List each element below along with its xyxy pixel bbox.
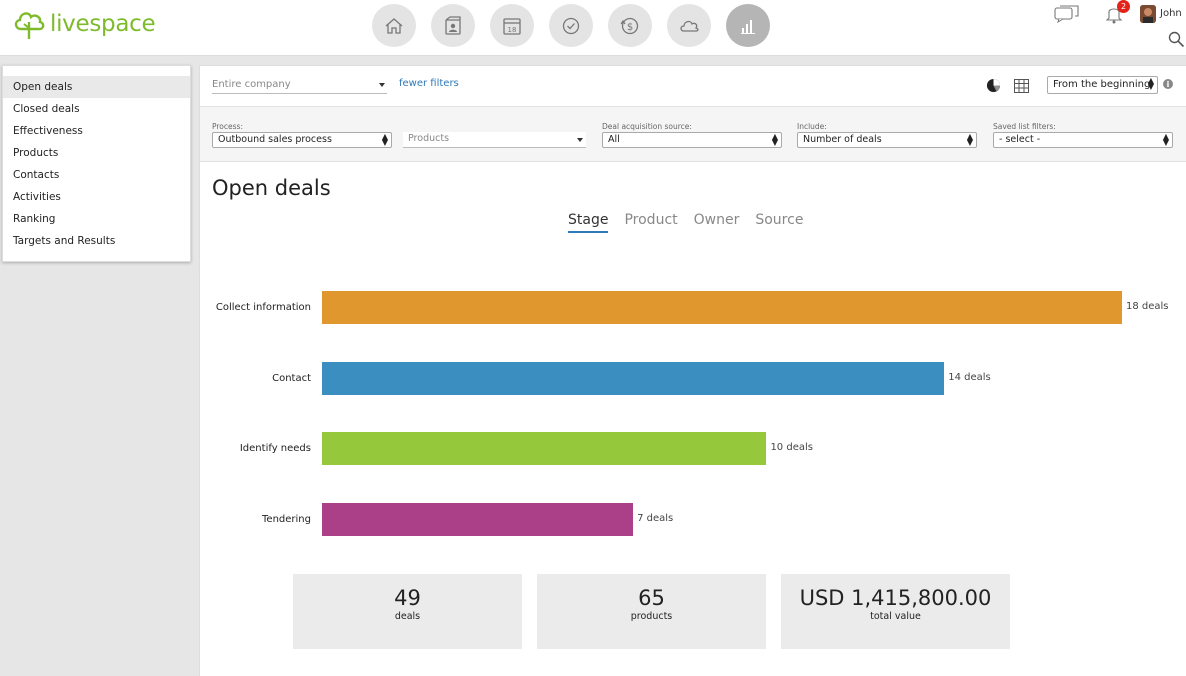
sidebar-item-effectiveness[interactable]: Effectiveness xyxy=(3,120,190,142)
process-select-value: Outbound sales process xyxy=(218,134,332,145)
calendar-icon: 18 xyxy=(503,17,521,35)
source-label: Deal acquisition source: xyxy=(602,122,692,131)
products-select-placeholder: Products xyxy=(408,133,450,144)
fewer-filters-link[interactable]: fewer filters xyxy=(399,78,459,89)
header-user-area: 2 John + xyxy=(1026,0,1186,56)
process-label: Process: xyxy=(212,122,243,131)
report-panel: Entire company fewer filters From the be… xyxy=(199,65,1186,676)
bar-category-label: Identify needs xyxy=(239,443,311,454)
tab-source[interactable]: Source xyxy=(755,212,803,233)
info-icon[interactable]: i xyxy=(1163,79,1173,89)
updown-arrows-icon: ▲ ▼ xyxy=(1147,76,1154,91)
bar[interactable] xyxy=(322,502,634,536)
bar-category-label: Contact xyxy=(272,372,311,384)
deals-icon: $ xyxy=(620,17,639,34)
reports-icon xyxy=(741,19,755,34)
tab-stage[interactable]: Stage xyxy=(568,212,609,233)
nav-contacts[interactable] xyxy=(431,4,475,47)
period-select[interactable]: From the beginning ▲ ▼ xyxy=(1047,76,1158,94)
contacts-icon xyxy=(445,15,461,35)
stat-label: total value xyxy=(870,611,921,622)
notification-badge[interactable]: 2 xyxy=(1117,0,1130,13)
saved-filters-select-value: - select - xyxy=(999,134,1041,145)
scope-select-value: Entire company xyxy=(212,79,291,90)
sidebar-item-open-deals[interactable]: Open deals xyxy=(3,76,190,98)
calendar-day: 18 xyxy=(508,26,517,34)
main-nav: 18 $ xyxy=(372,4,770,47)
user-name[interactable]: John xyxy=(1160,8,1182,19)
nav-home[interactable] xyxy=(372,4,416,47)
logo-text: livespace xyxy=(50,11,156,37)
bar-value-label: 18 deals xyxy=(1126,301,1169,312)
bar-value-label: 10 deals xyxy=(770,442,813,453)
chevron-down-icon xyxy=(379,83,385,87)
process-select[interactable]: Outbound sales process ▲ ▼ xyxy=(212,132,392,148)
stat-card-deals: 49 deals xyxy=(293,574,522,649)
include-select[interactable]: Number of deals ▲ ▼ xyxy=(797,132,977,148)
stage-bar-chart: Collect information 18 deals Contact 14 dea… xyxy=(200,276,1186,556)
breakdown-tabs: Stage Product Owner Source xyxy=(568,212,803,233)
stat-value: 49 xyxy=(394,586,421,610)
updown-arrows-icon: ▲ ▼ xyxy=(966,132,973,147)
include-label: Include: xyxy=(797,122,827,131)
bar[interactable] xyxy=(322,361,945,395)
sidebar-item-targets[interactable]: Targets and Results xyxy=(3,230,190,252)
updown-arrows-icon: ▲ ▼ xyxy=(381,132,388,147)
page-title: Open deals xyxy=(212,176,331,200)
home-icon xyxy=(385,17,403,34)
pie-chart-icon[interactable] xyxy=(986,78,1001,93)
stat-value: 65 xyxy=(638,586,665,610)
updown-arrows-icon: ▲ ▼ xyxy=(771,132,778,147)
nav-calendar[interactable]: 18 xyxy=(490,4,534,47)
sidebar-item-ranking[interactable]: Ranking xyxy=(3,208,190,230)
search-icon[interactable] xyxy=(1168,31,1185,48)
bar-category-label: Tendering xyxy=(262,513,311,525)
tasks-icon xyxy=(562,17,580,34)
stat-label: products xyxy=(630,611,673,622)
advanced-filter-bar: Process: Outbound sales process ▲ ▼ Produ… xyxy=(200,107,1186,162)
chat-icon[interactable] xyxy=(1054,5,1080,23)
nav-tasks[interactable] xyxy=(549,4,593,47)
sidebar-item-activities[interactable]: Activities xyxy=(3,186,190,208)
updown-arrows-icon: ▲ ▼ xyxy=(1162,132,1169,147)
period-select-value: From the beginning xyxy=(1053,79,1151,90)
products-select[interactable]: Products xyxy=(403,132,586,148)
bar[interactable] xyxy=(322,291,1122,324)
stat-card-total-value: USD 1,415,800.00 total value xyxy=(781,574,1010,649)
sidebar-item-contacts[interactable]: Contacts xyxy=(3,164,190,186)
bar-category-label: Collect information xyxy=(215,302,311,313)
saved-filters-select[interactable]: - select - ▲ ▼ xyxy=(993,132,1173,148)
table-view-icon[interactable] xyxy=(1014,79,1029,93)
nav-deals[interactable]: $ xyxy=(608,4,652,47)
nav-reports[interactable] xyxy=(726,4,770,47)
scope-select[interactable]: Entire company xyxy=(212,78,387,94)
top-header: livespace 18 $ 2 John xyxy=(0,0,1186,56)
livespace-logo[interactable]: livespace xyxy=(12,8,156,40)
stat-card-products: 65 products xyxy=(537,574,766,649)
source-select[interactable]: All ▲ ▼ xyxy=(602,132,782,148)
cloud-icon xyxy=(680,20,699,32)
stat-value: USD 1,415,800.00 xyxy=(799,586,992,610)
tab-product[interactable]: Product xyxy=(624,212,677,233)
saved-filters-label: Saved list filters: xyxy=(993,122,1056,131)
user-avatar-icon xyxy=(1140,5,1156,23)
sidebar-item-products[interactable]: Products xyxy=(3,142,190,164)
bar[interactable] xyxy=(322,432,767,465)
svg-text:$: $ xyxy=(627,22,633,33)
sidebar-item-closed-deals[interactable]: Closed deals xyxy=(3,98,190,120)
source-select-value: All xyxy=(608,134,620,145)
cloud-logo-icon xyxy=(14,12,45,39)
include-select-value: Number of deals xyxy=(803,134,882,145)
tab-owner[interactable]: Owner xyxy=(694,212,740,233)
nav-cloud[interactable] xyxy=(667,4,711,47)
stat-label: deals xyxy=(394,611,421,622)
chevron-down-icon xyxy=(577,138,583,142)
bar-value-label: 7 deals xyxy=(637,512,674,524)
avatar[interactable] xyxy=(1140,5,1156,23)
primary-filter-bar: Entire company fewer filters From the be… xyxy=(200,66,1186,107)
reports-sidebar: Open deals Closed deals Effectiveness Pr… xyxy=(2,65,191,262)
bar-value-label: 14 deals xyxy=(948,371,991,383)
